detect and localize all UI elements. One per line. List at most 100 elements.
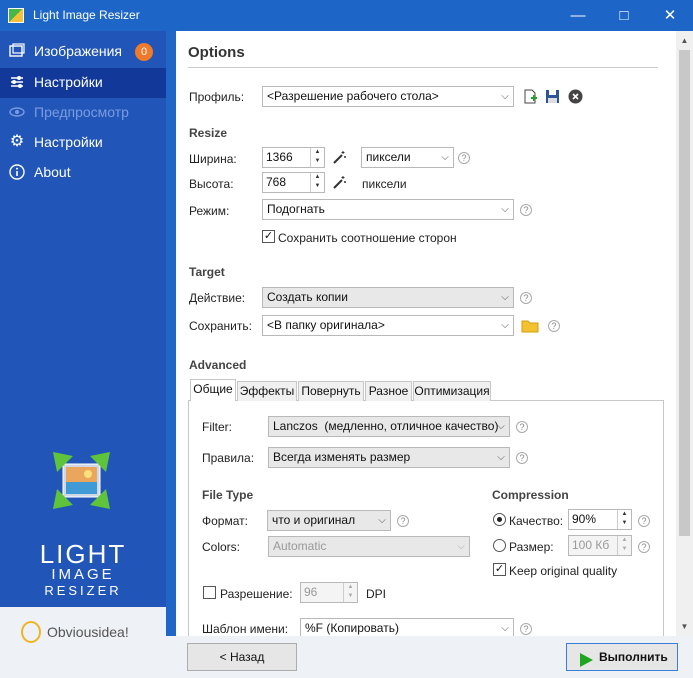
help-icon[interactable]: ? xyxy=(520,623,532,635)
chevron-down-icon: ⌵ xyxy=(378,515,386,526)
run-button[interactable]: Выполнить xyxy=(566,643,678,671)
help-icon[interactable]: ? xyxy=(548,320,560,332)
size-radio[interactable] xyxy=(493,539,506,552)
resolution-label: Разрешение: xyxy=(220,587,293,601)
sidebar-item-preview[interactable]: Предпросмотр xyxy=(0,98,166,128)
magic-wand-icon[interactable] xyxy=(332,175,347,190)
action-select[interactable]: Создать копии ⌵ xyxy=(262,287,514,308)
eye-icon xyxy=(9,104,25,120)
chevron-down-icon: ⌵ xyxy=(497,421,505,432)
format-label: Формат: xyxy=(202,514,248,528)
colors-select[interactable]: Automatic ⌵ xyxy=(268,536,470,557)
info-icon xyxy=(9,164,25,180)
help-icon[interactable]: ? xyxy=(397,515,409,527)
image-count-badge: 0 xyxy=(135,43,153,61)
title-bar: Light Image Resizer — □ ✕ xyxy=(0,0,693,31)
quality-input[interactable]: 90% ▲ ▼ xyxy=(568,509,632,530)
chevron-down-icon: ⌵ xyxy=(501,320,509,331)
size-label: Размер: xyxy=(509,540,554,554)
rules-select[interactable]: Всегда изменять размер ⌵ xyxy=(268,447,510,468)
filter-label: Filter: xyxy=(202,420,232,434)
help-icon[interactable]: ? xyxy=(520,204,532,216)
play-icon xyxy=(579,650,593,667)
new-profile-icon[interactable] xyxy=(523,89,538,104)
back-button[interactable]: < Назад xyxy=(187,643,297,671)
keep-quality-label: Keep original quality xyxy=(509,564,618,578)
tab-rotate[interactable]: Повернуть xyxy=(298,381,364,401)
quality-radio[interactable] xyxy=(493,513,506,526)
scroll-thumb[interactable] xyxy=(679,50,690,536)
help-icon[interactable]: ? xyxy=(638,541,650,553)
chevron-down-icon: ⌵ xyxy=(497,452,505,463)
width-stepper[interactable]: ▲ ▼ xyxy=(310,148,324,167)
resolution-input[interactable]: 96 ▲ ▼ xyxy=(300,582,358,603)
resolution-unit: DPI xyxy=(366,587,387,601)
save-to-label: Сохранить: xyxy=(189,319,252,333)
action-label: Действие: xyxy=(189,291,246,305)
filter-select[interactable]: Lanczos (медленно, отличное качество) ⌵ xyxy=(268,416,510,437)
tab-misc[interactable]: Разное xyxy=(365,381,412,401)
logo-text-image: IMAGE xyxy=(51,566,115,583)
resize-section-title: Resize xyxy=(189,126,228,140)
name-template-label: Шаблон имени: xyxy=(202,622,289,636)
sidebar-item-settings[interactable]: Настройки xyxy=(0,68,166,98)
mode-select[interactable]: Подогнать ⌵ xyxy=(262,199,514,220)
chevron-down-icon: ⌵ xyxy=(457,541,465,552)
logo-text-resizer: RESIZER xyxy=(44,583,122,598)
keep-ratio-checkbox[interactable]: ✓ xyxy=(262,230,275,243)
sidebar-item-images[interactable]: Изображения 0 xyxy=(0,37,166,67)
magic-wand-icon[interactable] xyxy=(332,150,347,165)
size-input[interactable]: 100 Кб ▲ ▼ xyxy=(568,535,632,556)
save-to-select[interactable]: <В папку оригинала> ⌵ xyxy=(262,315,514,336)
resolution-checkbox[interactable] xyxy=(203,586,216,599)
width-input[interactable]: 1366 ▲ ▼ xyxy=(262,147,325,168)
sidebar-item-about[interactable]: About xyxy=(0,158,166,188)
size-stepper[interactable]: ▲ ▼ xyxy=(617,536,631,555)
tab-general[interactable]: Общие xyxy=(190,379,236,401)
delete-profile-icon[interactable] xyxy=(568,89,583,104)
sidebar-item-label: About xyxy=(34,164,71,180)
sidebar-item-preferences[interactable]: ⚙ Настройки xyxy=(0,128,166,158)
sidebar-item-label: Настройки xyxy=(34,134,103,150)
help-icon[interactable]: ? xyxy=(516,452,528,464)
tab-effects[interactable]: Эффекты xyxy=(237,381,297,401)
chevron-down-icon: ⌵ xyxy=(501,292,509,303)
images-icon xyxy=(9,43,25,59)
minimize-button[interactable]: — xyxy=(555,0,601,31)
tab-optimization[interactable]: Оптимизация xyxy=(413,381,491,401)
sidebar-item-label: Предпросмотр xyxy=(34,104,129,120)
scroll-up-icon[interactable]: ▲ xyxy=(679,36,690,48)
chevron-down-icon: ⌵ xyxy=(441,152,449,163)
help-icon[interactable]: ? xyxy=(520,292,532,304)
advanced-section-title: Advanced xyxy=(189,358,247,372)
keep-quality-checkbox[interactable]: ✓ xyxy=(493,563,506,576)
sidebar-footer: Obviousidea! xyxy=(0,607,166,678)
window-title: Light Image Resizer xyxy=(33,8,140,22)
help-icon[interactable]: ? xyxy=(516,421,528,433)
quality-label: Качество: xyxy=(509,514,564,528)
sidebar-item-label: Изображения xyxy=(34,43,122,59)
resolution-stepper[interactable]: ▲ ▼ xyxy=(343,583,357,602)
title-divider xyxy=(188,67,658,68)
height-input[interactable]: 768 ▲ ▼ xyxy=(262,172,325,193)
height-stepper[interactable]: ▲ ▼ xyxy=(310,173,324,192)
profile-label: Профиль: xyxy=(189,90,245,104)
chevron-down-icon: ⌵ xyxy=(501,204,509,215)
app-icon xyxy=(8,8,24,23)
quality-stepper[interactable]: ▲ ▼ xyxy=(617,510,631,529)
help-icon[interactable]: ? xyxy=(638,515,650,527)
scroll-down-icon[interactable]: ▼ xyxy=(679,622,690,634)
gear-icon: ⚙ xyxy=(9,133,25,150)
folder-icon[interactable] xyxy=(521,318,539,333)
compression-section-title: Compression xyxy=(492,488,569,502)
save-profile-icon[interactable] xyxy=(545,89,560,104)
profile-select[interactable]: <Разрешение рабочего стола> ⌵ xyxy=(262,86,514,107)
width-unit-select[interactable]: пиксели ⌵ xyxy=(361,147,454,168)
close-button[interactable]: ✕ xyxy=(647,0,693,31)
colors-label: Colors: xyxy=(202,540,241,554)
maximize-button[interactable]: □ xyxy=(601,0,647,31)
keep-ratio-label: Сохранить соотношение сторон xyxy=(278,231,457,245)
help-icon[interactable]: ? xyxy=(458,152,470,164)
format-select[interactable]: что и оригинал ⌵ xyxy=(267,510,391,531)
chevron-down-icon: ⌵ xyxy=(501,91,509,102)
